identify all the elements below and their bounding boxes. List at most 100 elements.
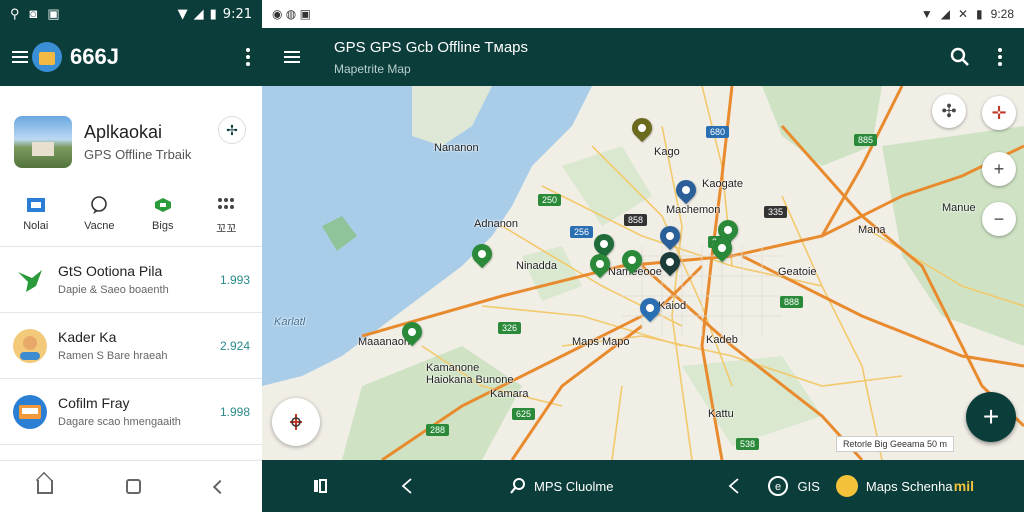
navigation-arrow-icon (18, 269, 42, 292)
list-item-value: 2.924 (219, 338, 250, 353)
road-badge: 680 (706, 126, 730, 138)
signal-icon: ◢ (940, 7, 950, 21)
mute-icon: ✕ (957, 7, 969, 21)
road-badge: 256 (570, 226, 594, 238)
back-icon[interactable] (400, 478, 414, 494)
quick-actions: Nolai Vacne Bigs 꼬꼬 (0, 178, 262, 247)
menu-icon[interactable] (12, 51, 28, 63)
map-bottom-bar: MPS Cluolme e GIS Maps Schenha mil (262, 460, 1024, 512)
folder-icon (13, 394, 47, 429)
map-label: Geatoie (778, 266, 817, 278)
chat-icon (91, 196, 108, 214)
road-badge: 625 (512, 408, 536, 420)
library-icon[interactable] (312, 478, 328, 494)
gift-icon (154, 198, 171, 212)
search-icon (510, 478, 525, 494)
maps-tab[interactable]: Maps Schenha (835, 475, 953, 497)
grid-icon (218, 198, 235, 209)
list-item-subtitle: Dapie & Saeo boaenth (58, 284, 169, 296)
notification-icons: ⚲ ◙ ▣ (10, 6, 60, 22)
wifi-icon: ▼ (920, 7, 933, 21)
list-item[interactable]: GtS Ootiona Pila Dapie & Saeo boaenth 1.… (0, 247, 262, 313)
gps-icon: e (768, 476, 789, 496)
zoom-out-icon[interactable]: − (982, 202, 1016, 236)
map-scale: Retorle Big Geeama 50 m (835, 436, 954, 452)
map-top-bar: GPS GPS Gcb Offline Tмaps Mapetrite Map (262, 28, 1024, 86)
map-label: Kago (654, 146, 680, 158)
my-location-button[interactable] (272, 398, 320, 446)
gps-tab[interactable]: e GIS (767, 475, 820, 497)
avatar-icon (13, 328, 47, 363)
brand-label: mil (953, 478, 974, 494)
map-icon (26, 198, 45, 212)
map-label: Kamanone (426, 362, 480, 374)
list-item-value: 1.998 (219, 404, 250, 419)
app-logo-icon (32, 42, 62, 72)
svg-text:e: e (775, 481, 781, 493)
overflow-menu-icon[interactable] (998, 48, 1002, 66)
add-place-button[interactable]: + (966, 392, 1016, 442)
menu-icon[interactable] (284, 51, 300, 63)
notification-icons: ◉ ◍ ▣ (272, 7, 311, 21)
map-label: Adnanon (474, 218, 519, 230)
map-label: Maaanaon (358, 336, 410, 348)
list-item-title: Cofilm Fray (58, 395, 130, 411)
map-subtitle: Mapetrite Map (334, 61, 411, 76)
map-label: Haiokana Bunone (426, 374, 514, 386)
list-item[interactable]: Cofilm Fray Dagare scao hmengaaith 1.998 (0, 379, 262, 445)
list-item-title: GtS Ootiona Pila (58, 263, 163, 279)
quick-action-grid[interactable]: 꼬꼬 (196, 196, 256, 236)
map-label-water: Karlatl (274, 316, 306, 328)
list-item[interactable]: Kader Ka Ramen S Bare hraeah 2.924 (0, 313, 262, 379)
app-subtitle: GPS Offline Trbaik (84, 147, 192, 162)
map-label: Nananon (434, 142, 479, 154)
map-label: Maps Mapo (572, 336, 630, 348)
home-icon[interactable] (36, 479, 53, 494)
road-badge: 885 (854, 134, 878, 146)
map-label: Machemon (666, 204, 721, 216)
status-time: 9:21 (222, 6, 252, 22)
battery-icon: ▮ (209, 6, 217, 22)
compass-icon[interactable]: ✛ (982, 96, 1016, 130)
map-label: Mana (858, 224, 886, 236)
zoom-in-icon[interactable]: + (982, 152, 1016, 186)
status-bar: ◉ ◍ ▣ ▼ ◢ ✕ ▮ 9:28 (262, 0, 1024, 28)
road-badge: 335 (764, 206, 788, 218)
map-label: Ninadda (516, 260, 557, 272)
app-bar: 666J (0, 28, 262, 86)
quick-action-nolai[interactable]: Nolai (6, 196, 66, 236)
status-right: ▼ ◢ ▮ 9:21 (178, 7, 252, 22)
road-badge: 326 (498, 322, 522, 334)
recents-icon[interactable] (126, 479, 142, 494)
search-tab[interactable]: MPS Cluolme (510, 478, 613, 494)
search-icon[interactable] (950, 47, 970, 67)
battery-icon: ▮ (976, 7, 983, 21)
app-drawer-panel: ⚲ ◙ ▣ ▼ ◢ ▮ 9:21 666J Aplkaokai GPS Offl… (0, 0, 262, 512)
compass-icon[interactable]: ✢ (218, 116, 246, 144)
map-title: GPS GPS Gcb Offline Tмaps (334, 38, 529, 56)
map-label: Manue (942, 202, 976, 214)
map-canvas[interactable]: Nananon Kago Kaogate Machemon Adnanon Ni… (262, 86, 1024, 460)
app-notification-icon: ▣ (47, 6, 60, 21)
maps-app-panel: ◉ ◍ ▣ ▼ ◢ ✕ ▮ 9:28 GPS GPS Gcb Offline T… (262, 0, 1024, 512)
figure-icon: ⚲ (10, 6, 20, 21)
status-time: 9:28 (990, 7, 1014, 21)
list-item-title: Kader Ka (58, 329, 117, 345)
road-badge: 250 (538, 194, 562, 206)
wifi-icon: ▼ (177, 6, 188, 22)
map-label: Kaiod (658, 300, 687, 312)
map-label: Kattu (708, 408, 734, 420)
quick-action-vacne[interactable]: Vacne (69, 196, 129, 236)
system-navigation-bar (0, 460, 262, 512)
map-label: Kaogate (702, 178, 743, 190)
list-item-subtitle: Dagare scao hmengaaith (58, 416, 181, 428)
notification-icon: ◙ (29, 6, 38, 21)
back-icon[interactable] (213, 479, 228, 494)
rotate-icon[interactable]: ✣ (932, 94, 966, 128)
status-bar: ⚲ ◙ ▣ ▼ ◢ ▮ 9:21 (0, 0, 262, 28)
search-tab-label: MPS Cluolme (534, 478, 614, 494)
overflow-menu-icon[interactable] (246, 48, 250, 66)
chevron-left-icon[interactable] (727, 478, 741, 494)
quick-action-bigs[interactable]: Bigs (133, 196, 193, 236)
road-badge: 888 (780, 296, 804, 308)
